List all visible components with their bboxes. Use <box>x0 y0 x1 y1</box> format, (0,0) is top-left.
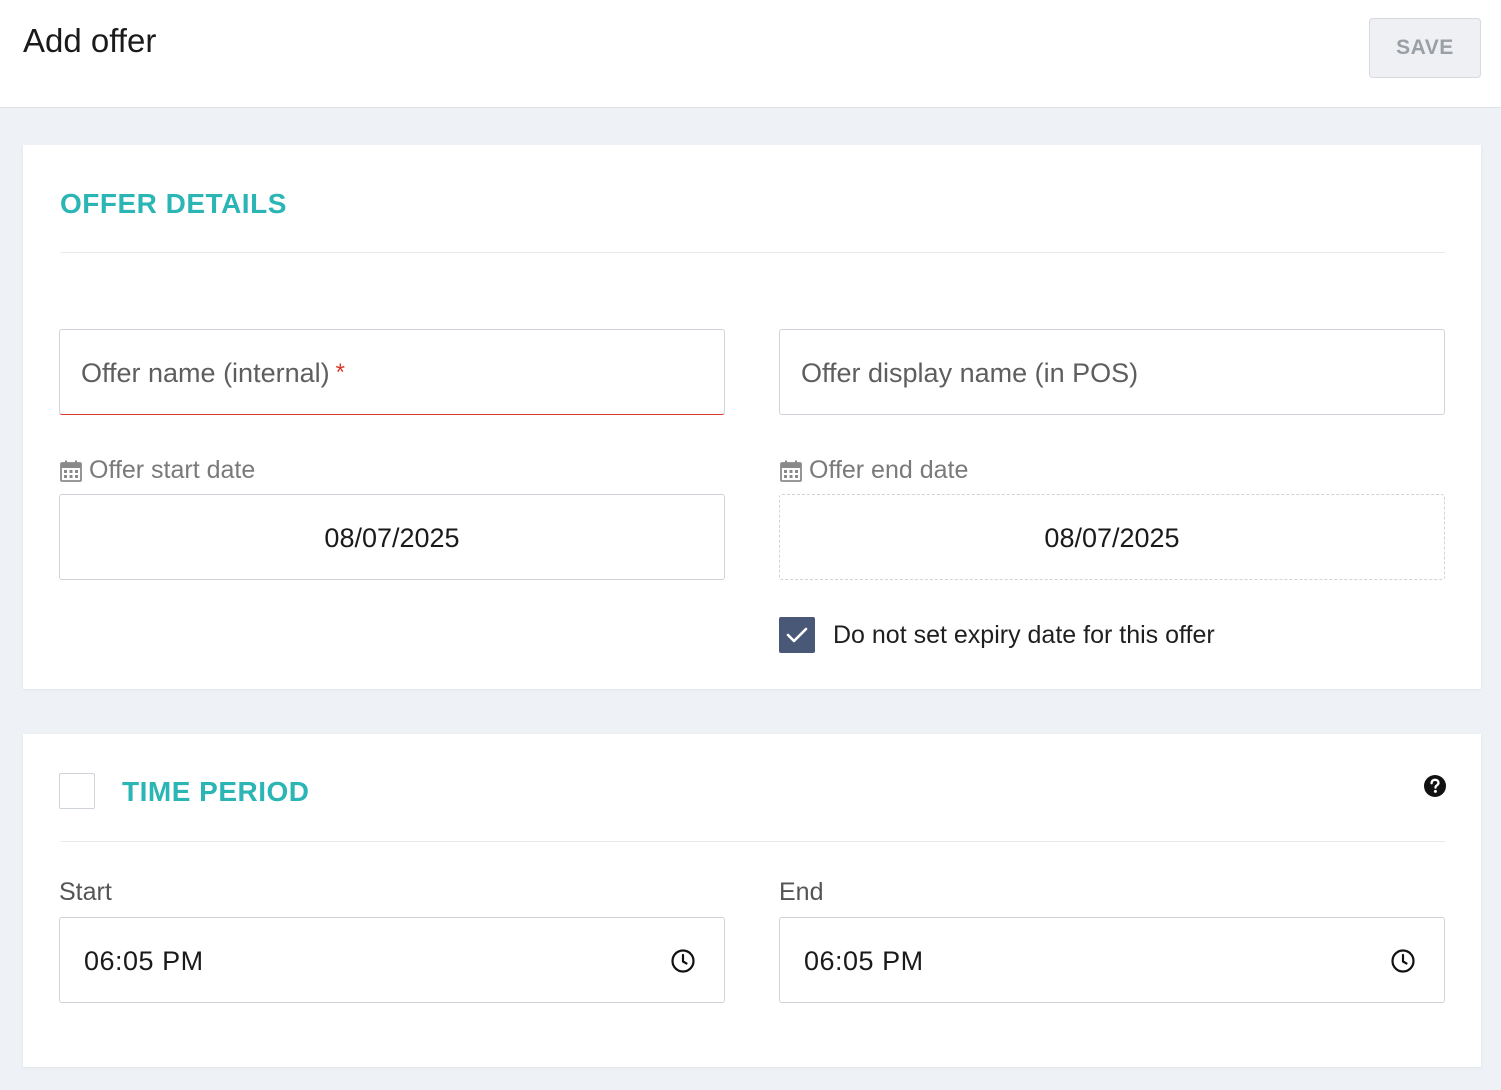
offer-display-name-input[interactable]: Offer display name (in POS) <box>779 329 1445 415</box>
section-divider <box>60 841 1445 842</box>
offer-display-name-placeholder: Offer display name (in POS) <box>801 358 1139 388</box>
offer-start-date-value: 08/07/2025 <box>324 523 460 553</box>
time-period-title: TIME PERIOD <box>122 776 310 807</box>
offer-start-date-label-text: Offer start date <box>89 456 256 484</box>
start-time-label: Start <box>59 878 112 906</box>
end-time-label: End <box>779 878 824 906</box>
clock-icon <box>671 949 695 973</box>
help-icon[interactable] <box>1423 774 1447 798</box>
calendar-icon <box>60 460 82 482</box>
time-period-card: TIME PERIOD Start 06:05 PM End 06:05 PM <box>23 734 1481 1067</box>
offer-details-title: OFFER DETAILS <box>60 188 287 219</box>
offer-end-date-value: 08/07/2025 <box>1044 523 1180 553</box>
check-icon <box>786 627 808 643</box>
offer-end-date-label: Offer end date <box>779 456 968 485</box>
no-expiry-label: Do not set expiry date for this offer <box>833 621 1215 649</box>
page-title: Add offer <box>23 22 157 59</box>
offer-end-date-label-text: Offer end date <box>809 456 969 484</box>
end-time-input[interactable]: 06:05 PM <box>779 917 1445 1003</box>
time-period-checkbox[interactable] <box>59 773 95 809</box>
calendar-icon <box>780 460 802 482</box>
offer-name-placeholder: Offer name (internal) * <box>81 358 345 389</box>
offer-end-date-input[interactable]: 08/07/2025 <box>779 494 1445 580</box>
offer-start-date-input[interactable]: 08/07/2025 <box>59 494 725 580</box>
start-time-input[interactable]: 06:05 PM <box>59 917 725 1003</box>
start-time-value: 06:05 PM <box>84 946 204 976</box>
end-time-value: 06:05 PM <box>804 946 924 976</box>
clock-icon <box>1391 949 1415 973</box>
required-marker: * <box>335 359 345 386</box>
offer-start-date-label: Offer start date <box>59 456 255 485</box>
no-expiry-checkbox[interactable] <box>779 617 815 653</box>
offer-name-placeholder-text: Offer name (internal) <box>81 358 330 388</box>
offer-name-input[interactable]: Offer name (internal) * <box>59 329 725 415</box>
top-bar: Add offer SAVE <box>0 0 1501 108</box>
section-divider <box>60 252 1445 253</box>
save-button[interactable]: SAVE <box>1369 18 1481 78</box>
offer-details-card: OFFER DETAILS Offer name (internal) * Off… <box>23 145 1481 689</box>
